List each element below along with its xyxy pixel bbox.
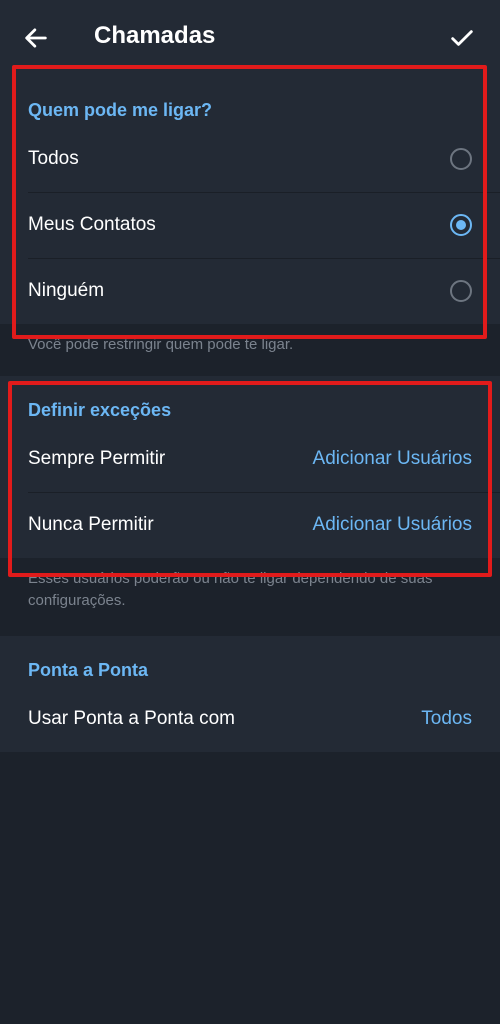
who-can-call-note: Você pode restringir quem pode te ligar. bbox=[28, 336, 294, 353]
radio-button[interactable] bbox=[450, 280, 472, 302]
row-label: Nunca Permitir bbox=[28, 514, 154, 535]
option-label: Meus Contatos bbox=[28, 214, 156, 235]
always-allow-row[interactable]: Sempre Permitir Adicionar Usuários bbox=[0, 426, 500, 492]
section-header: Quem pode me ligar? bbox=[28, 100, 213, 120]
row-label: Sempre Permitir bbox=[28, 448, 166, 469]
exceptions-section: Definir exceções Sempre Permitir Adicion… bbox=[0, 376, 500, 558]
never-allow-row[interactable]: Nunca Permitir Adicionar Usuários bbox=[0, 492, 500, 558]
add-users-link[interactable]: Adicionar Usuários bbox=[313, 514, 472, 536]
exceptions-note: Esses usuários poderão ou não te ligar d… bbox=[28, 570, 433, 609]
section-header: Ponta a Ponta bbox=[28, 660, 149, 680]
app-bar: Chamadas bbox=[0, 0, 500, 76]
radio-button-selected[interactable] bbox=[450, 214, 472, 236]
p2p-section: Ponta a Ponta Usar Ponta a Ponta com Tod… bbox=[0, 636, 500, 752]
option-label: Ninguém bbox=[28, 280, 105, 301]
option-label: Todos bbox=[28, 148, 79, 169]
section-header: Definir exceções bbox=[28, 400, 172, 420]
arrow-left-icon[interactable] bbox=[22, 24, 50, 52]
who-can-call-section: Quem pode me ligar? Todos Meus Contatos … bbox=[0, 76, 500, 324]
radio-button[interactable] bbox=[450, 148, 472, 170]
option-my-contacts[interactable]: Meus Contatos bbox=[0, 192, 500, 258]
row-label: Usar Ponta a Ponta com bbox=[28, 708, 235, 729]
option-nobody[interactable]: Ninguém bbox=[0, 258, 500, 324]
add-users-link[interactable]: Adicionar Usuários bbox=[313, 448, 472, 470]
p2p-row[interactable]: Usar Ponta a Ponta com Todos bbox=[0, 686, 500, 752]
check-icon[interactable] bbox=[448, 24, 476, 52]
option-everyone[interactable]: Todos bbox=[0, 126, 500, 192]
p2p-value[interactable]: Todos bbox=[421, 708, 472, 730]
page-title: Chamadas bbox=[94, 22, 216, 49]
